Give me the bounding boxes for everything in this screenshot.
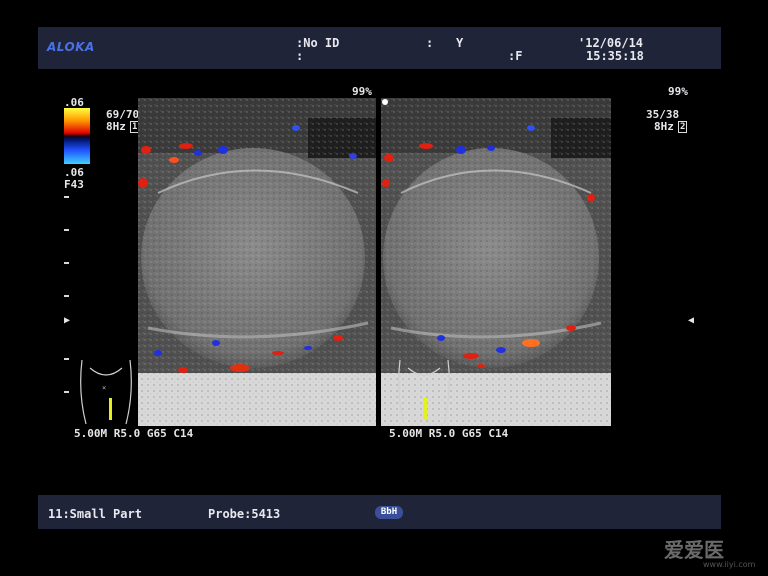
right-image-params: 5.00M R5.0 G65 C14 (389, 427, 509, 440)
header-bar: ALOKA :No ID : : Y :F '12/06/14 15:35:18 (38, 27, 721, 69)
sex-label: : (426, 36, 434, 50)
depth-tick (64, 295, 69, 297)
exam-time: 15:35:18 (586, 49, 644, 63)
left-frequency: 8Hz (106, 120, 126, 133)
brand-logo: ALOKA (47, 40, 95, 54)
name-colon: : (296, 49, 304, 63)
svg-text:×: × (102, 384, 106, 392)
color-scale-bar (64, 108, 90, 164)
depth-tick (64, 358, 69, 360)
focus-marker-right-icon: ◀ (688, 315, 695, 326)
depth-tick (64, 262, 69, 264)
ultrasound-image-left (138, 98, 376, 426)
age-label: :F (508, 49, 523, 63)
preset-label: 11:Small Part (48, 507, 142, 521)
left-image-params: 5.00M R5.0 G65 C14 (74, 427, 194, 440)
sex-value: Y (456, 36, 464, 50)
right-gain: 99% (668, 85, 688, 98)
filter-label: F43 (64, 178, 84, 191)
depth-tick (64, 391, 69, 393)
mode-badge: BbH (375, 506, 403, 519)
depth-tick (64, 229, 69, 231)
watermark-logo: 爱爱医 (664, 538, 724, 562)
body-mark-left-icon: × (76, 358, 136, 430)
focus-marker-icon: ▶ (64, 315, 71, 326)
probe-label: Probe:5413 (208, 507, 281, 521)
body-mark-right-icon (394, 358, 454, 430)
right-frequency: 8Hz (654, 120, 674, 133)
watermark-url: www.iiyi.com (703, 560, 756, 569)
depth-tick (64, 196, 69, 198)
left-gain: 99% (352, 85, 372, 98)
right-frame-index: 2 (678, 121, 688, 133)
